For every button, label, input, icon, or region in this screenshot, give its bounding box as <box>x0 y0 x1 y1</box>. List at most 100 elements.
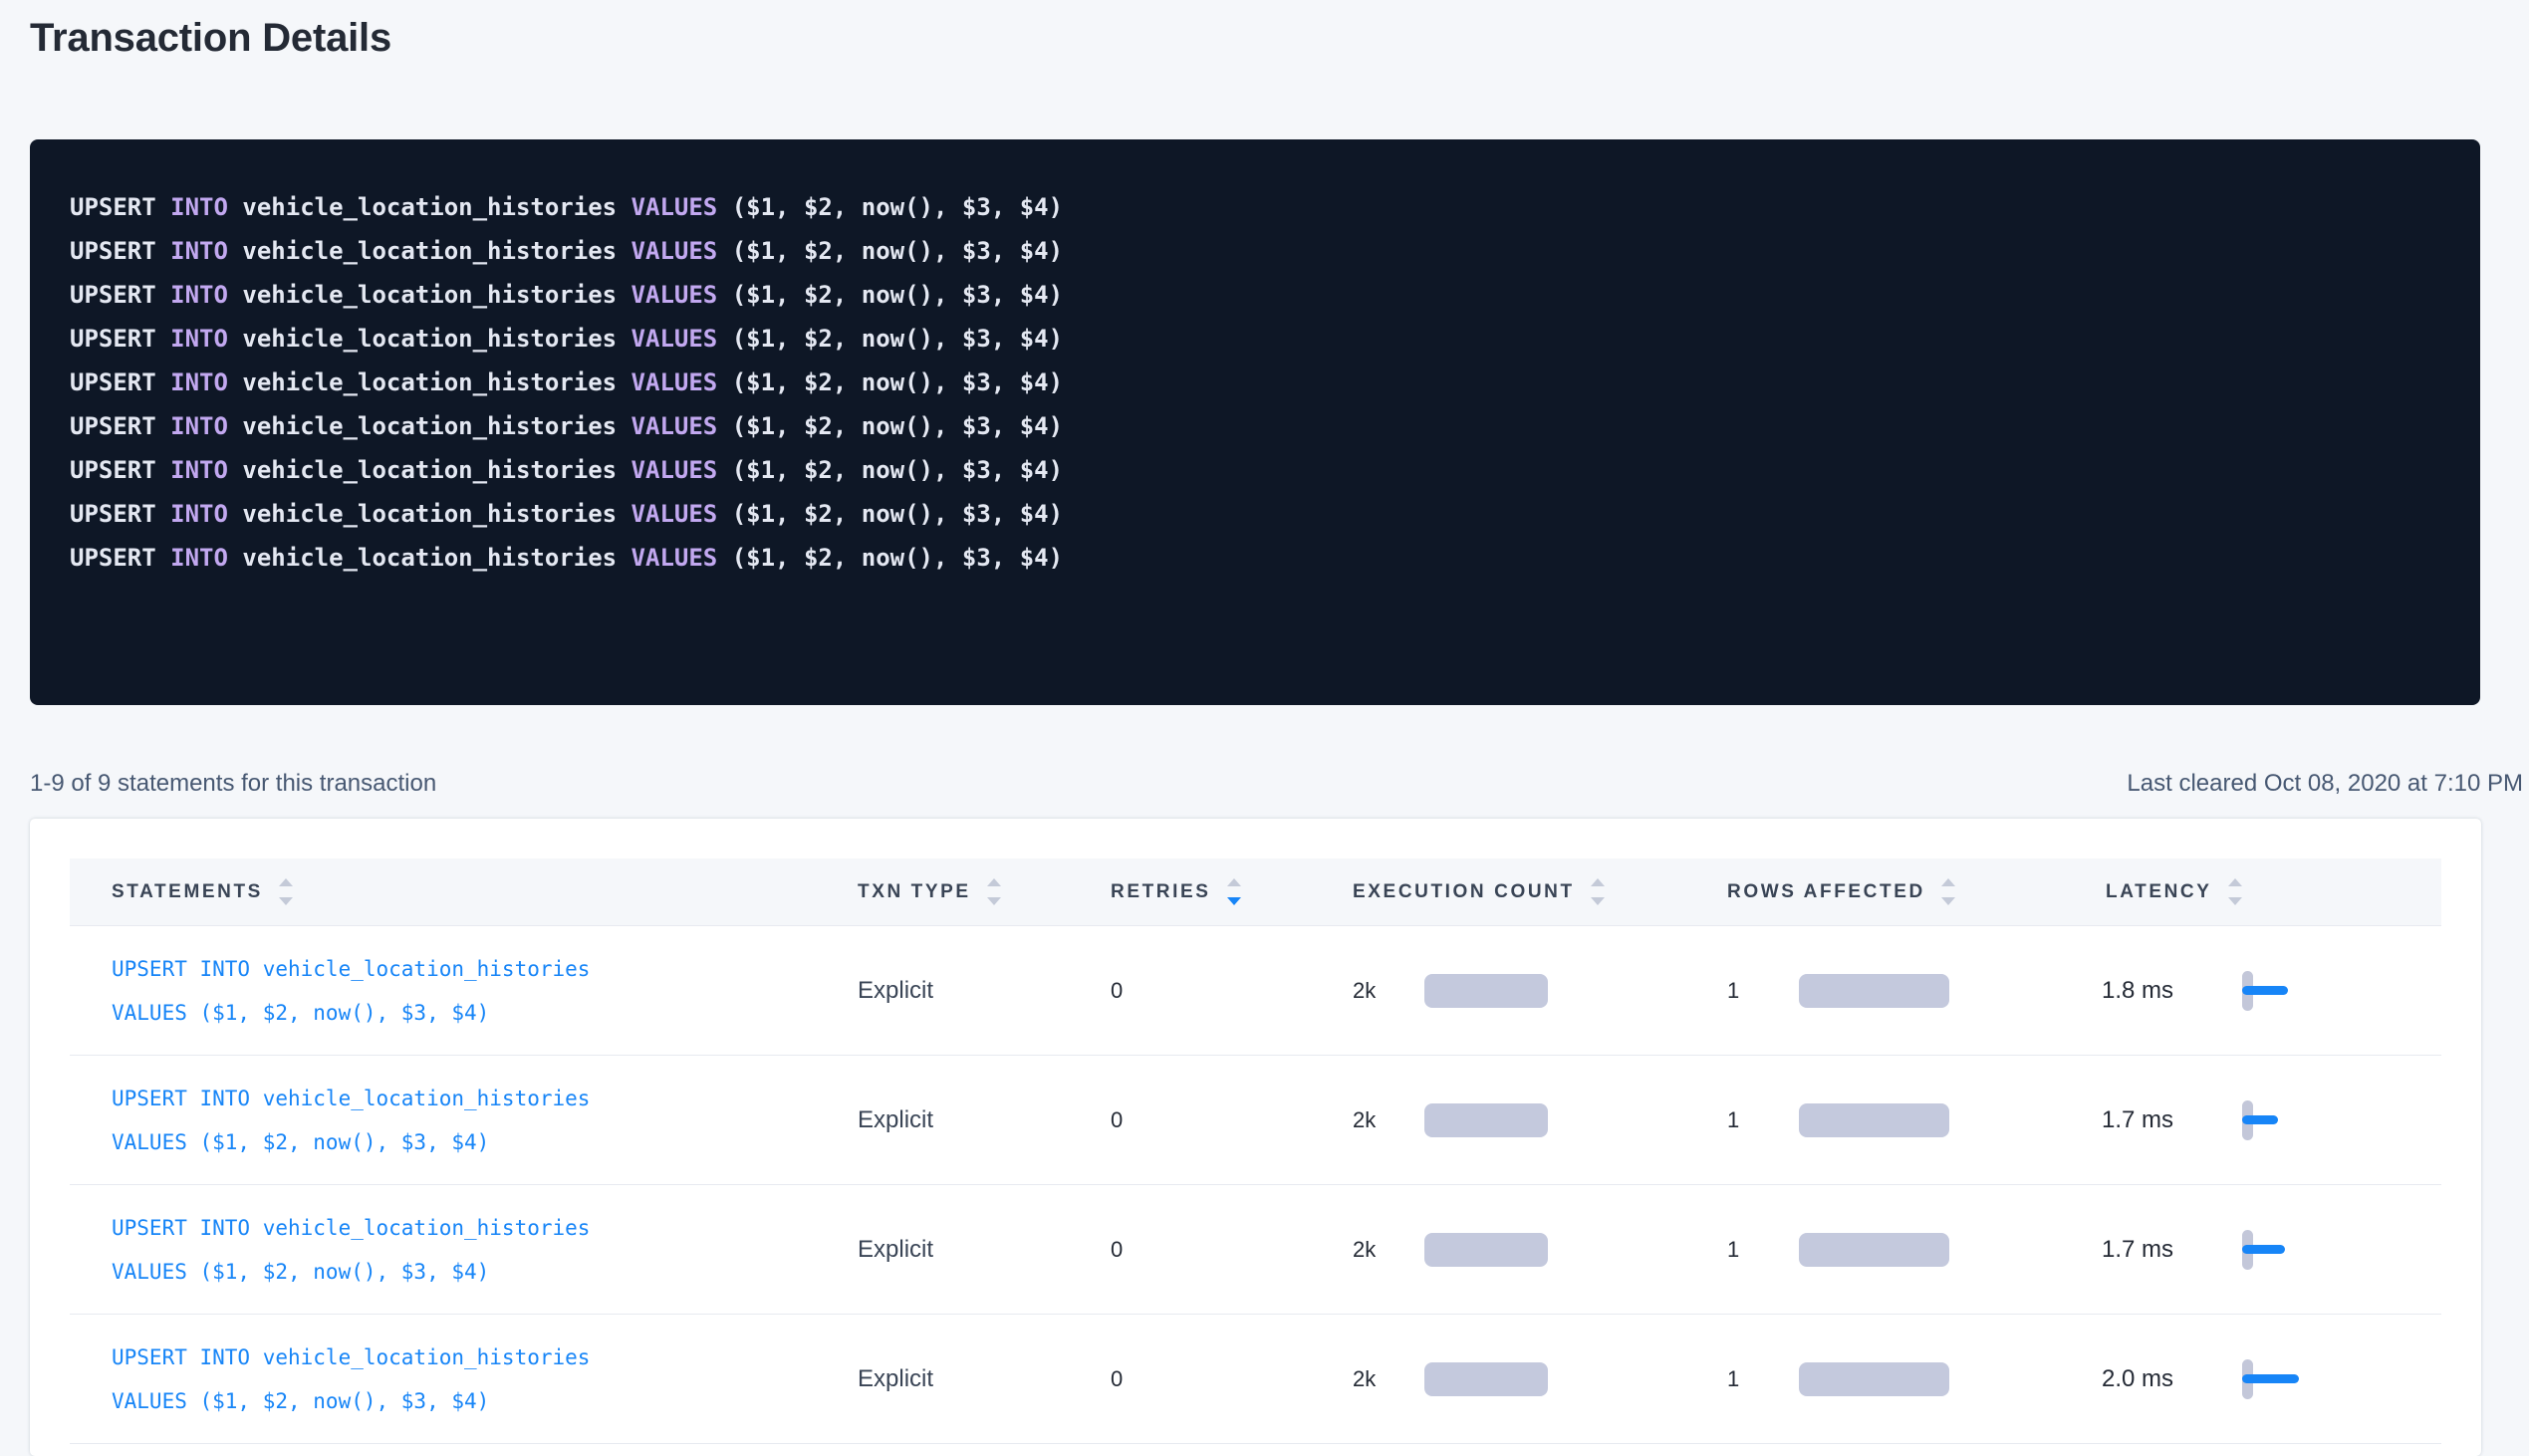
sort-icon[interactable] <box>987 878 1001 905</box>
transaction-details-page: Transaction Details UPSERT INTO vehicle_… <box>0 0 2529 1456</box>
latency-cell: 1.7 ms <box>2102 1228 2441 1272</box>
sort-icon[interactable] <box>279 878 293 905</box>
statement-link[interactable]: UPSERT INTO vehicle_location_historiesVA… <box>70 1206 590 1294</box>
column-label: STATEMENTS <box>112 881 263 903</box>
table-body: UPSERT INTO vehicle_location_historiesVA… <box>70 926 2441 1444</box>
sql-text: ($1, $2, now(), $3, $4) <box>732 544 1063 572</box>
sql-keyword: INTO <box>170 412 242 440</box>
rows-affected-cell: 1 <box>1727 1362 2102 1396</box>
txn-type-cell: Explicit <box>858 1236 1111 1264</box>
execution-count-value: 2k <box>1353 1107 1424 1133</box>
sql-text: UPSERT <box>70 325 170 353</box>
sql-keyword: VALUES <box>632 456 732 484</box>
sql-text: UPSERT <box>70 237 170 265</box>
retries-cell: 0 <box>1111 1366 1353 1392</box>
column-header-latency[interactable]: LATENCY <box>2102 878 2441 905</box>
statement-cell: UPSERT INTO vehicle_location_historiesVA… <box>70 947 858 1035</box>
latency-cell: 1.8 ms <box>2102 969 2441 1013</box>
statement-row: UPSERT INTO vehicle_location_historiesVA… <box>70 1185 2441 1315</box>
column-header-txn-type[interactable]: TXN TYPE <box>858 878 1111 905</box>
sql-keyword: INTO <box>170 237 242 265</box>
execution-count-bar <box>1424 974 1548 1008</box>
execution-count-cell: 2k <box>1353 974 1727 1008</box>
table-header-row: STATEMENTS TXN TYPE RETRIES EXECUTION COUNT… <box>70 858 2441 926</box>
sql-text: ($1, $2, now(), $3, $4) <box>732 325 1063 353</box>
column-header-retries[interactable]: RETRIES <box>1111 878 1353 905</box>
statement-row: UPSERT INTO vehicle_location_historiesVA… <box>70 1315 2441 1444</box>
sql-text: vehicle_location_histories <box>242 368 631 396</box>
statement-line-2: VALUES ($1, $2, now(), $3, $4) <box>112 1250 590 1294</box>
statement-link[interactable]: UPSERT INTO vehicle_location_historiesVA… <box>70 1335 590 1423</box>
sql-keyword: VALUES <box>632 412 732 440</box>
latency-cell: 1.7 ms <box>2102 1098 2441 1142</box>
sql-text: ($1, $2, now(), $3, $4) <box>732 193 1063 221</box>
latency-bar-chart <box>2242 969 2322 1013</box>
sql-statements-box: UPSERT INTO vehicle_location_histories V… <box>30 139 2480 705</box>
sql-text: vehicle_location_histories <box>242 456 631 484</box>
column-header-statement[interactable]: STATEMENTS <box>70 878 858 905</box>
statements-table-card: STATEMENTS TXN TYPE RETRIES EXECUTION COUNT… <box>30 819 2481 1456</box>
txn-type-cell: Explicit <box>858 1106 1111 1134</box>
sql-keyword: VALUES <box>632 281 732 309</box>
statement-link[interactable]: UPSERT INTO vehicle_location_historiesVA… <box>70 947 590 1035</box>
column-label: RETRIES <box>1111 881 1211 903</box>
column-header-rows-affected[interactable]: ROWS AFFECTED <box>1727 878 2102 905</box>
sort-icon[interactable] <box>1227 878 1241 905</box>
sql-text: ($1, $2, now(), $3, $4) <box>732 456 1063 484</box>
summary-row: 1-9 of 9 statements for this transaction… <box>30 769 2523 799</box>
sql-keyword: INTO <box>170 325 242 353</box>
sort-up-arrow-icon <box>279 878 293 886</box>
sql-keyword: VALUES <box>632 500 732 528</box>
rows-affected-bar <box>1799 1103 1949 1137</box>
sql-text: ($1, $2, now(), $3, $4) <box>732 368 1063 396</box>
retries-cell: 0 <box>1111 1237 1353 1263</box>
sql-text: vehicle_location_histories <box>242 544 631 572</box>
page-title: Transaction Details <box>0 0 2529 62</box>
retries-cell: 0 <box>1111 1107 1353 1133</box>
rows-affected-cell: 1 <box>1727 1233 2102 1267</box>
sort-down-arrow-icon <box>1227 897 1241 905</box>
statement-cell: UPSERT INTO vehicle_location_historiesVA… <box>70 1206 858 1294</box>
execution-count-bar <box>1424 1233 1548 1267</box>
sql-keyword: VALUES <box>632 193 732 221</box>
sql-code-line: UPSERT INTO vehicle_location_histories V… <box>70 361 2440 404</box>
sort-up-arrow-icon <box>1941 878 1955 886</box>
latency-bar-chart <box>2242 1228 2322 1272</box>
sort-icon[interactable] <box>1941 878 1955 905</box>
sql-keyword: VALUES <box>632 368 732 396</box>
column-header-execution-count[interactable]: EXECUTION COUNT <box>1353 878 1727 905</box>
statement-link[interactable]: UPSERT INTO vehicle_location_historiesVA… <box>70 1077 590 1164</box>
statement-row: UPSERT INTO vehicle_location_historiesVA… <box>70 1056 2441 1185</box>
sql-text: UPSERT <box>70 412 170 440</box>
statement-row: UPSERT INTO vehicle_location_historiesVA… <box>70 926 2441 1056</box>
sql-code-line: UPSERT INTO vehicle_location_histories V… <box>70 492 2440 536</box>
statements-count-summary: 1-9 of 9 statements for this transaction <box>30 769 436 799</box>
column-label: EXECUTION COUNT <box>1353 881 1575 903</box>
latency-bar <box>2242 986 2288 995</box>
sql-keyword: INTO <box>170 281 242 309</box>
sql-text: UPSERT <box>70 544 170 572</box>
column-label: LATENCY <box>2106 881 2212 903</box>
statement-line-1: UPSERT INTO vehicle_location_histories <box>112 1206 590 1250</box>
rows-affected-cell: 1 <box>1727 1103 2102 1137</box>
sort-icon[interactable] <box>1591 878 1605 905</box>
latency-bar <box>2242 1374 2299 1383</box>
sql-keyword: VALUES <box>632 544 732 572</box>
latency-bar-chart <box>2242 1098 2322 1142</box>
sort-down-arrow-icon <box>1941 897 1955 905</box>
sql-keyword: INTO <box>170 193 242 221</box>
last-cleared-timestamp: Last cleared Oct 08, 2020 at 7:10 PM <box>2127 769 2523 799</box>
sql-code-line: UPSERT INTO vehicle_location_histories V… <box>70 317 2440 361</box>
rows-affected-value: 1 <box>1727 1237 1799 1263</box>
latency-bar-chart <box>2242 1357 2322 1401</box>
sql-code-line: UPSERT INTO vehicle_location_histories V… <box>70 536 2440 580</box>
statement-line-2: VALUES ($1, $2, now(), $3, $4) <box>112 1379 590 1423</box>
sort-up-arrow-icon <box>987 878 1001 886</box>
sql-text: UPSERT <box>70 281 170 309</box>
sort-down-arrow-icon <box>2228 897 2242 905</box>
sql-keyword: INTO <box>170 500 242 528</box>
sql-text: ($1, $2, now(), $3, $4) <box>732 412 1063 440</box>
sort-icon[interactable] <box>2228 878 2242 905</box>
execution-count-value: 2k <box>1353 1237 1424 1263</box>
column-label: TXN TYPE <box>858 881 971 903</box>
